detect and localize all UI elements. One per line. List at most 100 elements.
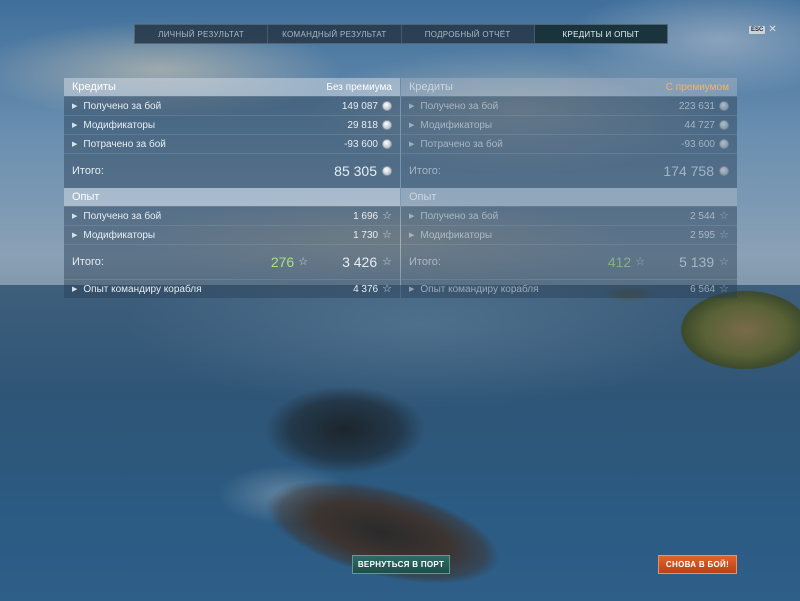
expand-arrow-icon: ▶ bbox=[72, 122, 78, 129]
return-to-port-button[interactable]: ВЕРНУТЬСЯ В ПОРТ bbox=[352, 555, 450, 574]
expand-arrow-icon: ▶ bbox=[409, 141, 415, 148]
no-premium-label: Без премиума bbox=[326, 81, 392, 93]
total-label: Итого: bbox=[409, 165, 441, 177]
xp-star-icon: ☆ bbox=[382, 283, 392, 295]
battle-again-button[interactable]: СНОВА В БОЙ! bbox=[658, 555, 737, 574]
row-value: 2 544 bbox=[690, 210, 716, 222]
expand-arrow-icon: ▶ bbox=[72, 286, 78, 293]
esc-key-badge: ESC bbox=[749, 26, 766, 34]
expand-arrow-icon: ▶ bbox=[409, 122, 415, 129]
credits-header: Кредиты С премиумом bbox=[401, 78, 737, 96]
expand-arrow-icon: ▶ bbox=[72, 213, 78, 220]
xp-star-icon: ☆ bbox=[719, 283, 729, 295]
results-tabs: ЛИЧНЫЙ РЕЗУЛЬТАТ КОМАНДНЫЙ РЕЗУЛЬТАТ ПОД… bbox=[134, 24, 668, 44]
credits-icon bbox=[382, 139, 392, 149]
row-value: 29 818 bbox=[347, 119, 378, 131]
tab-detailed-report[interactable]: ПОДРОБНЫЙ ОТЧЁТ bbox=[402, 25, 535, 43]
row-value: 4 376 bbox=[353, 283, 379, 295]
expand-arrow-icon: ▶ bbox=[72, 232, 78, 239]
credits-title: Кредиты bbox=[72, 81, 116, 93]
row-label: Получено за бой bbox=[83, 100, 162, 112]
row-value: 2 595 bbox=[690, 229, 716, 241]
total-label: Итого: bbox=[72, 165, 104, 177]
row-label: Модификаторы bbox=[420, 229, 493, 241]
premium-label: С премиумом bbox=[665, 81, 729, 93]
credits-total-value: 174 758 bbox=[663, 163, 714, 179]
row-label: Модификаторы bbox=[83, 119, 156, 131]
xp-row-modifiers[interactable]: ▶ Модификаторы 2 595 ☆ bbox=[401, 225, 737, 244]
credits-total-row: Итого: 174 758 bbox=[401, 153, 737, 188]
expand-arrow-icon: ▶ bbox=[409, 232, 415, 239]
expand-arrow-icon: ▶ bbox=[72, 103, 78, 110]
credits-total-row: Итого: 85 305 bbox=[64, 153, 400, 188]
expand-arrow-icon: ▶ bbox=[409, 103, 415, 110]
xp-total-row: Итого: 276 ☆ 3 426 ☆ bbox=[64, 244, 400, 279]
xp-row-earned[interactable]: ▶ Получено за бой 2 544 ☆ bbox=[401, 206, 737, 225]
row-label: Получено за бой bbox=[83, 210, 162, 222]
expand-arrow-icon: ▶ bbox=[409, 213, 415, 220]
expand-arrow-icon: ▶ bbox=[72, 141, 78, 148]
total-label: Итого: bbox=[409, 256, 441, 268]
credits-row-modifiers[interactable]: ▶ Модификаторы 44 727 bbox=[401, 115, 737, 134]
xp-total-row: Итого: 412 ☆ 5 139 ☆ bbox=[401, 244, 737, 279]
credits-icon bbox=[382, 101, 392, 111]
credits-icon bbox=[719, 101, 729, 111]
tab-personal-result[interactable]: ЛИЧНЫЙ РЕЗУЛЬТАТ bbox=[135, 25, 269, 43]
credits-icon bbox=[382, 120, 392, 130]
row-value: 1 696 bbox=[353, 210, 379, 222]
row-value: 44 727 bbox=[684, 119, 715, 131]
row-value: 6 564 bbox=[690, 283, 716, 295]
free-xp-star-icon: ☆ bbox=[298, 256, 309, 268]
xp-star-icon: ☆ bbox=[382, 210, 392, 222]
expand-arrow-icon: ▶ bbox=[409, 286, 415, 293]
credits-row-spent[interactable]: ▶ Потрачено за бой -93 600 bbox=[401, 134, 737, 153]
row-label: Модификаторы bbox=[83, 229, 156, 241]
commander-xp-row[interactable]: ▶ Опыт командиру корабля 4 376 ☆ bbox=[64, 279, 400, 298]
credits-title: Кредиты bbox=[409, 81, 453, 93]
xp-row-earned[interactable]: ▶ Получено за бой 1 696 ☆ bbox=[64, 206, 400, 225]
close-icon[interactable]: ✕ bbox=[768, 25, 776, 35]
row-label: Потрачено за бой bbox=[83, 138, 166, 150]
row-value: 1 730 bbox=[353, 229, 379, 241]
total-label: Итого: bbox=[72, 256, 104, 268]
row-value: -93 600 bbox=[681, 138, 715, 150]
xp-title: Опыт bbox=[72, 191, 100, 203]
credits-icon bbox=[719, 139, 729, 149]
row-label: Модификаторы bbox=[420, 119, 493, 131]
xp-star-icon: ☆ bbox=[382, 256, 392, 268]
tab-credits-xp[interactable]: КРЕДИТЫ И ОПЫТ bbox=[534, 25, 667, 43]
credits-total-value: 85 305 bbox=[334, 163, 377, 179]
credits-header: Кредиты Без премиума bbox=[64, 78, 400, 96]
free-xp-star-icon: ☆ bbox=[635, 256, 646, 268]
row-value: 149 087 bbox=[341, 100, 378, 112]
free-xp-value: 276 bbox=[270, 254, 295, 270]
credits-row-spent[interactable]: ▶ Потрачено за бой -93 600 bbox=[64, 134, 400, 153]
xp-title: Опыт bbox=[409, 191, 437, 203]
row-label: Получено за бой bbox=[420, 210, 499, 222]
row-label: Опыт командиру корабля bbox=[83, 283, 202, 295]
credits-row-earned[interactable]: ▶ Получено за бой 223 631 bbox=[401, 96, 737, 115]
free-xp-value: 412 bbox=[607, 254, 632, 270]
row-label: Потрачено за бой bbox=[420, 138, 503, 150]
tab-team-result[interactable]: КОМАНДНЫЙ РЕЗУЛЬТАТ bbox=[268, 25, 402, 43]
xp-total-value: 5 139 bbox=[679, 254, 715, 270]
esc-close-button[interactable]: ESC ✕ bbox=[749, 25, 777, 35]
credits-row-modifiers[interactable]: ▶ Модификаторы 29 818 bbox=[64, 115, 400, 134]
credits-icon bbox=[719, 120, 729, 130]
row-label: Опыт командиру корабля bbox=[420, 283, 539, 295]
xp-header: Опыт bbox=[401, 188, 737, 206]
xp-star-icon: ☆ bbox=[719, 210, 729, 222]
credits-icon bbox=[719, 166, 729, 176]
commander-xp-row[interactable]: ▶ Опыт командиру корабля 6 564 ☆ bbox=[401, 279, 737, 298]
xp-row-modifiers[interactable]: ▶ Модификаторы 1 730 ☆ bbox=[64, 225, 400, 244]
xp-header: Опыт bbox=[64, 188, 400, 206]
xp-total-value: 3 426 bbox=[342, 254, 378, 270]
credits-row-earned[interactable]: ▶ Получено за бой 149 087 bbox=[64, 96, 400, 115]
row-value: 223 631 bbox=[678, 100, 715, 112]
row-label: Получено за бой bbox=[420, 100, 499, 112]
row-value: -93 600 bbox=[344, 138, 378, 150]
panel-without-premium: Кредиты Без премиума ▶ Получено за бой 14… bbox=[64, 78, 400, 298]
xp-star-icon: ☆ bbox=[719, 229, 729, 241]
xp-star-icon: ☆ bbox=[719, 256, 729, 268]
xp-star-icon: ☆ bbox=[382, 229, 392, 241]
